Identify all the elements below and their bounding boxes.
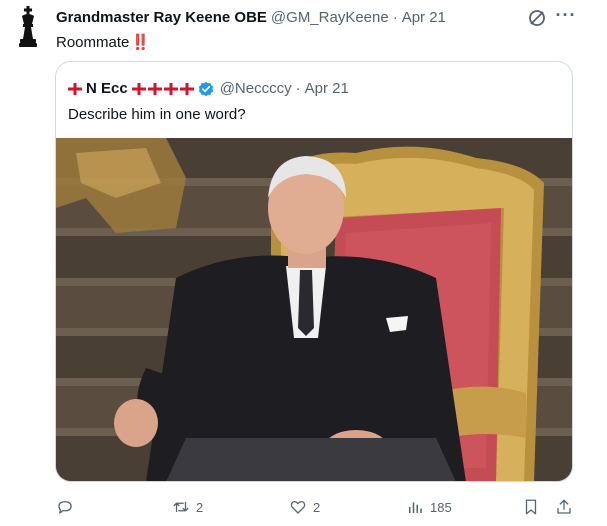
retweet-count: 2 — [196, 499, 204, 515]
england-flag-icon — [131, 82, 146, 95]
quoted-tweet-timestamp[interactable]: Apr 21 — [305, 80, 349, 97]
reply-button[interactable] — [56, 495, 80, 519]
separator-dot: · — [295, 80, 301, 97]
like-button[interactable]: 2 — [289, 495, 320, 519]
quoted-author-display-name[interactable]: N Ecc — [86, 80, 128, 97]
quoted-tweet-photo[interactable] — [56, 138, 572, 481]
tweet[interactable]: Grandmaster Ray Keene OBE @GM_RayKeene ·… — [0, 0, 607, 526]
quoted-tweet-header: N Ecc @Neccccy · Apr 21 — [68, 80, 349, 97]
tweet-header: Grandmaster Ray Keene OBE @GM_RayKeene ·… — [56, 9, 547, 26]
retweet-icon — [173, 501, 189, 513]
avatar[interactable] — [12, 6, 44, 50]
reply-icon — [58, 501, 72, 514]
england-flag-icon — [147, 82, 162, 95]
separator-dot: · — [392, 9, 398, 26]
double-exclamation-emoji: ‼️ — [131, 34, 151, 51]
england-flag-icon — [68, 82, 82, 95]
share-icon — [557, 499, 571, 514]
quoted-tweet-text: Describe him in one word? — [68, 106, 246, 123]
tweet-timestamp[interactable]: Apr 21 — [402, 9, 446, 26]
quoted-author-handle[interactable]: @Neccccy — [220, 80, 292, 97]
verified-badge-icon — [198, 81, 213, 96]
england-flag-icon — [163, 82, 178, 95]
more-options-icon[interactable]: ··· — [555, 6, 577, 28]
like-count: 2 — [313, 499, 321, 515]
views-count: 185 — [430, 499, 452, 515]
views-button[interactable]: 185 — [406, 495, 452, 519]
share-button[interactable] — [555, 495, 573, 519]
tweet-text: Roommate ‼️ — [56, 33, 150, 51]
photo-image — [56, 138, 572, 481]
author-display-name[interactable]: Grandmaster Ray Keene OBE — [56, 9, 267, 26]
bookmark-button[interactable] — [522, 495, 540, 519]
bookmark-icon — [525, 499, 537, 515]
quoted-tweet-card[interactable]: N Ecc @Neccccy · Apr 21 Describe him in … — [55, 61, 573, 482]
tweet-body: Roommate — [56, 34, 130, 51]
chess-king-icon — [19, 6, 37, 47]
author-handle[interactable]: @GM_RayKeene — [271, 9, 389, 26]
views-icon — [409, 502, 422, 513]
action-bar: 2 2 185 — [52, 495, 582, 519]
grok-icon[interactable] — [527, 8, 547, 28]
heart-icon — [290, 500, 306, 514]
england-flag-icon — [179, 82, 194, 95]
retweet-button[interactable]: 2 — [172, 495, 203, 519]
